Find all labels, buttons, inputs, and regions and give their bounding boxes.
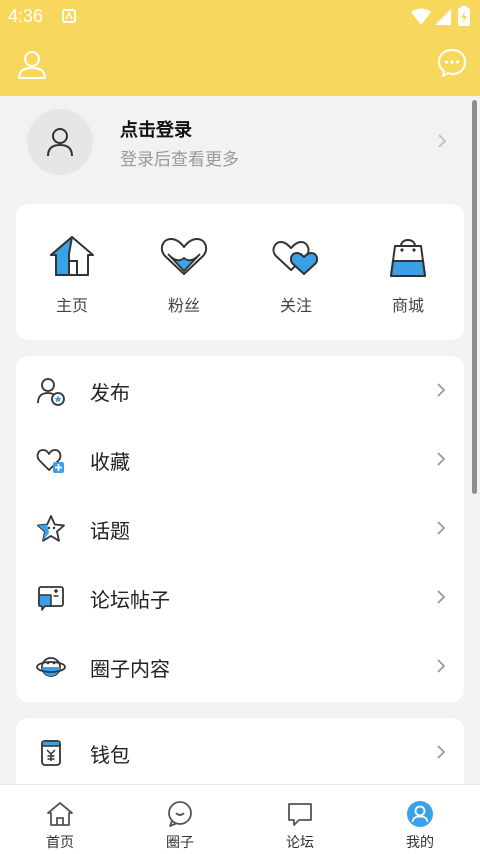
app-header: 4:36	[0, 0, 480, 96]
status-time: 4:36	[8, 6, 44, 26]
home-icon	[50, 236, 94, 276]
shopping-bag-icon	[390, 239, 426, 277]
chevron-right-icon	[437, 745, 446, 759]
home-outline-icon	[47, 802, 73, 826]
profile-filled-icon	[407, 801, 433, 827]
chevron-right-icon	[438, 134, 447, 148]
notification-icon	[62, 9, 76, 23]
status-bar: 4:36	[0, 0, 480, 34]
quick-action-label: 关注	[279, 296, 312, 315]
star-icon	[37, 515, 65, 542]
nav-tab-mine[interactable]: 我的	[360, 785, 480, 854]
chevron-right-icon	[437, 383, 446, 397]
avatar[interactable]	[27, 109, 93, 175]
nav-tab-home[interactable]: 首页	[0, 785, 120, 854]
chevron-right-icon	[437, 452, 446, 466]
wallet-icon	[41, 740, 61, 766]
menu-item-label: 钱包	[90, 743, 130, 767]
chevron-right-icon	[437, 521, 446, 535]
user-icon[interactable]	[16, 48, 48, 80]
nav-tab-label: 圈子	[166, 835, 194, 851]
menu-item-forum-posts[interactable]: 论坛帖子	[16, 563, 464, 632]
planet-icon	[36, 657, 66, 677]
double-heart-icon	[272, 241, 319, 275]
nav-tab-circle[interactable]: 圈子	[120, 785, 240, 854]
scrollbar[interactable]	[472, 100, 477, 494]
bottom-navigation: 首页 圈子 论坛 我的	[0, 784, 480, 854]
message-square-icon	[288, 803, 312, 826]
quick-action-label: 主页	[55, 296, 88, 315]
avatar-placeholder-icon	[47, 128, 73, 157]
quick-action-shop[interactable]: 商城	[352, 204, 464, 340]
login-profile-row[interactable]: 点击登录 登录后查看更多	[0, 96, 472, 192]
quick-action-label: 粉丝	[167, 296, 200, 315]
chat-bubble-icon	[168, 801, 192, 827]
menu-item-label: 收藏	[90, 450, 130, 474]
menu-item-publish[interactable]: 发布	[16, 356, 464, 425]
menu-item-label: 话题	[90, 519, 130, 543]
menu-card: 发布 收藏 话题 论坛帖子 圈子内容	[16, 356, 464, 702]
quick-action-label: 商城	[391, 296, 424, 315]
user-star-icon	[37, 378, 65, 406]
menu-item-topics[interactable]: 话题	[16, 494, 464, 563]
menu-item-favorites[interactable]: 收藏	[16, 425, 464, 494]
chevron-right-icon	[437, 590, 446, 604]
nav-tab-label: 首页	[46, 835, 74, 851]
menu-item-label: 发布	[90, 381, 130, 405]
nav-tab-forum[interactable]: 论坛	[240, 785, 360, 854]
quick-action-fans[interactable]: 粉丝	[128, 204, 240, 340]
quick-action-follow[interactable]: 关注	[240, 204, 352, 340]
menu-item-label: 圈子内容	[90, 657, 170, 681]
login-subtitle: 登录后查看更多	[120, 150, 239, 170]
quick-actions-card: 主页 粉丝 关注 商城	[16, 204, 464, 340]
quick-action-home[interactable]: 主页	[16, 204, 128, 340]
battery-icon	[458, 6, 470, 26]
message-icon[interactable]	[436, 47, 468, 79]
wifi-icon	[411, 8, 431, 25]
heart-fans-icon	[160, 238, 208, 275]
menu-item-circle-content[interactable]: 圈子内容	[16, 632, 464, 701]
forum-post-icon	[38, 586, 64, 611]
heart-plus-icon	[36, 449, 64, 473]
menu-item-wallet[interactable]: 钱包	[16, 718, 464, 787]
nav-tab-label: 论坛	[286, 835, 314, 851]
menu-item-label: 论坛帖子	[90, 588, 170, 612]
nav-tab-label: 我的	[406, 835, 434, 851]
signal-icon	[435, 9, 451, 25]
chevron-right-icon	[437, 659, 446, 673]
login-title[interactable]: 点击登录	[120, 116, 192, 142]
